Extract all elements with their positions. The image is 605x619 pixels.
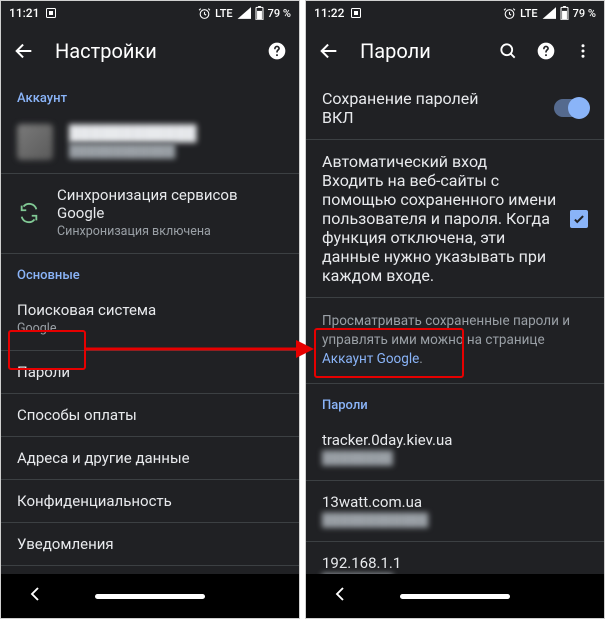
account-name: ████████████ [69,124,283,142]
toggle-switch[interactable] [554,99,588,117]
back-icon[interactable] [318,40,340,62]
row-passwords[interactable]: Пароли [1,351,299,394]
help-icon[interactable] [536,41,556,61]
row-label: Конфиденциальность [17,492,283,510]
account-email: ████████████ [69,144,283,161]
row-search-engine[interactable]: Поисковая система Google [1,289,299,351]
row-notifications[interactable]: Уведомления [1,523,299,566]
entry-site: 192.168.1.1 [322,554,588,572]
search-icon[interactable] [498,41,518,61]
section-passwords-label: Пароли [306,384,604,419]
page-title: Пароли [360,39,478,63]
section-main-label: Основные [1,254,299,289]
row-label: Пароли [17,363,283,381]
signal-icon [542,7,556,19]
row-addresses[interactable]: Адреса и другие данные [1,437,299,480]
screenshot-passwords: 11:22 LTE 79 % Пароли [305,0,605,619]
nav-back-icon[interactable] [331,585,349,607]
row-label: Способы оплаты [17,406,283,424]
help-icon[interactable] [267,41,287,61]
checkbox[interactable] [570,210,588,228]
section-account-label: Аккаунт [1,77,299,112]
row-sub: Входить на веб-сайты с помощью сохраненн… [322,171,558,285]
status-network: LTE [520,7,538,20]
sync-row[interactable]: Синхронизация сервисов Google Синхрониза… [1,174,299,254]
nav-home-pill[interactable] [400,594,510,599]
row-label: Адреса и другие данные [17,449,283,467]
avatar [17,124,53,160]
entry-site: 13watt.com.ua [322,493,588,511]
entry-user: ████████████ [322,513,588,530]
signal-icon [237,7,251,19]
screenshot-icon [45,7,57,19]
row-sub: Google [17,321,283,338]
status-time: 11:22 [314,6,344,20]
nav-home-pill[interactable] [95,594,205,599]
account-google-link[interactable]: Аккаунт Google [322,351,419,367]
status-battery: 79 % [573,7,596,20]
entry-site: tracker.0day.kiev.ua [322,431,588,449]
sync-icon [17,201,41,225]
password-entry[interactable]: 13watt.com.ua ████████████ [306,481,604,543]
page-title: Настройки [55,39,247,63]
row-auto-login[interactable]: Автоматический вход Входить на веб-сайты… [306,140,604,298]
row-save-passwords[interactable]: Сохранение паролей ВКЛ [306,77,604,140]
status-network: LTE [215,7,233,20]
app-bar: Пароли [306,25,604,77]
status-battery: 79 % [268,7,291,20]
status-bar: 11:22 LTE 79 % [306,1,604,25]
sync-title: Синхронизация сервисов Google [57,186,283,222]
row-privacy[interactable]: Конфиденциальность [1,480,299,523]
alarm-icon [198,7,211,20]
account-row[interactable]: ████████████ ████████████ [1,112,299,174]
sync-sub: Синхронизация включена [57,224,283,241]
status-time: 11:21 [9,6,39,20]
row-label: Поисковая система [17,301,283,319]
nav-bar [1,574,299,618]
app-bar: Настройки [1,25,299,77]
row-sub: ВКЛ [322,108,542,127]
back-icon[interactable] [13,40,35,62]
nav-bar [306,574,604,618]
screenshot-settings: 11:21 LTE 79 % Настройки Аккаунт [0,0,300,619]
info-text: Просматривать сохраненные пароли и управ… [306,298,604,384]
screenshot-icon [350,7,362,19]
battery-icon [560,6,569,20]
row-label: Уведомления [17,535,283,553]
row-payments[interactable]: Способы оплаты [1,394,299,437]
status-bar: 11:21 LTE 79 % [1,1,299,25]
nav-back-icon[interactable] [26,585,44,607]
alarm-icon [503,7,516,20]
entry-user: ████████ [322,451,588,468]
password-entry[interactable]: tracker.0day.kiev.ua ████████ [306,419,604,481]
row-label: Сохранение паролей [322,89,542,108]
battery-icon [255,6,264,20]
row-label: Автоматический вход [322,152,558,171]
more-icon[interactable] [574,42,592,60]
